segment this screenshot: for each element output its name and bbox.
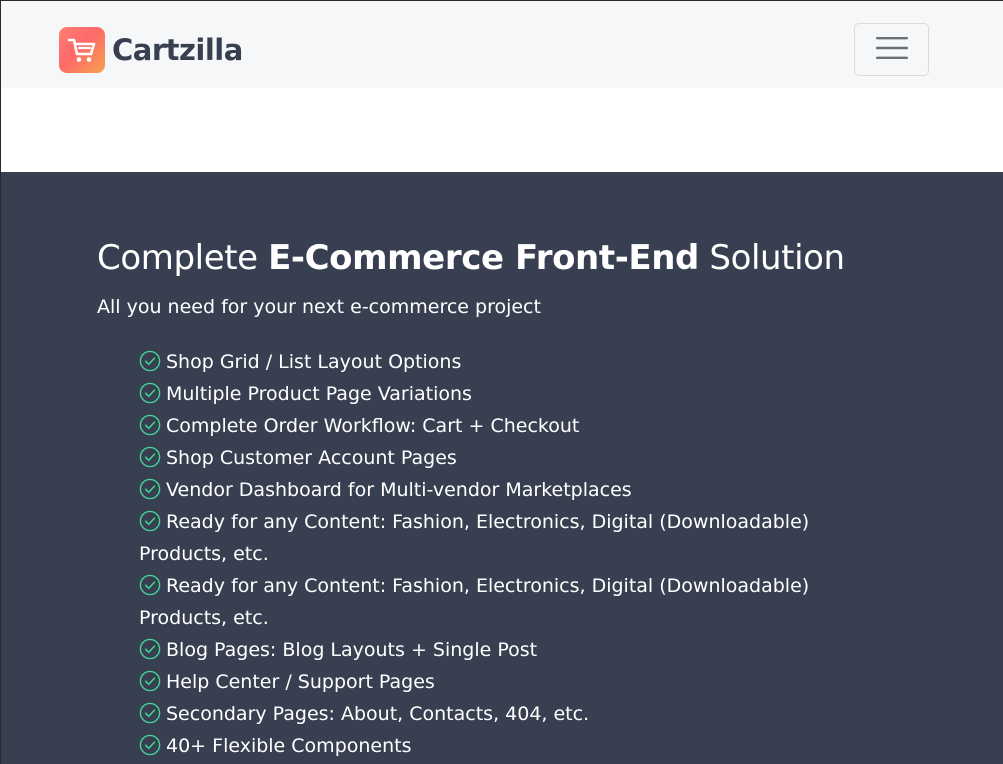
feature-text: Vendor Dashboard for Multi-vendor Market… [166,479,632,501]
feature-list-item: Multiple Product Page Variations [139,378,859,410]
feature-text: Blog Pages: Blog Layouts + Single Post [166,639,538,661]
spacer-section [1,88,1003,172]
check-circle-icon [139,414,161,436]
feature-text: Shop Customer Account Pages [166,447,457,469]
feature-list: Shop Grid / List Layout Options Multiple … [139,346,859,762]
cart-icon [59,27,105,73]
feature-list-item: 40+ Flexible Components [139,730,859,762]
feature-list-item: Secondary Pages: About, Contacts, 404, e… [139,698,859,730]
check-circle-icon [139,638,161,660]
page: Cartzilla Complete E-Commerce Front-End … [0,0,1003,764]
hamburger-menu-icon [875,35,909,64]
hero-subtitle: All you need for your next e-commerce pr… [97,296,541,318]
feature-list-item: Ready for any Content: Fashion, Electron… [139,570,859,634]
feature-list-item: Vendor Dashboard for Multi-vendor Market… [139,474,859,506]
brand-logo-link[interactable]: Cartzilla [59,27,243,73]
feature-list-item: Shop Customer Account Pages [139,442,859,474]
check-circle-icon [139,478,161,500]
hero-title-prefix: Complete [97,238,269,278]
feature-text: Help Center / Support Pages [166,671,435,693]
hero-title-suffix: Solution [698,238,845,278]
check-circle-icon [139,382,161,404]
check-circle-icon [139,702,161,724]
check-circle-icon [139,574,161,596]
navbar: Cartzilla [1,1,1003,88]
menu-toggle-button[interactable] [854,23,929,76]
feature-text: Ready for any Content: Fashion, Electron… [139,575,810,629]
hero-title: Complete E-Commerce Front-End Solution [97,238,845,278]
hero-section: Complete E-Commerce Front-End Solution A… [1,172,1003,764]
feature-text: Complete Order Workflow: Cart + Checkout [166,415,580,437]
feature-list-item: Complete Order Workflow: Cart + Checkout [139,410,859,442]
feature-list-item: Shop Grid / List Layout Options [139,346,859,378]
feature-text: Shop Grid / List Layout Options [166,351,462,373]
check-circle-icon [139,670,161,692]
check-circle-icon [139,734,161,756]
hero-title-strong: E-Commerce Front-End [268,238,699,278]
feature-list-item: Help Center / Support Pages [139,666,859,698]
feature-text: 40+ Flexible Components [166,735,412,757]
feature-text: Multiple Product Page Variations [166,383,472,405]
feature-list-item: Ready for any Content: Fashion, Electron… [139,506,859,570]
feature-text: Ready for any Content: Fashion, Electron… [139,511,810,565]
check-circle-icon [139,446,161,468]
feature-list-item: Blog Pages: Blog Layouts + Single Post [139,634,859,666]
feature-text: Secondary Pages: About, Contacts, 404, e… [166,703,590,725]
check-circle-icon [139,510,161,532]
brand-name: Cartzilla [112,33,243,67]
check-circle-icon [139,350,161,372]
